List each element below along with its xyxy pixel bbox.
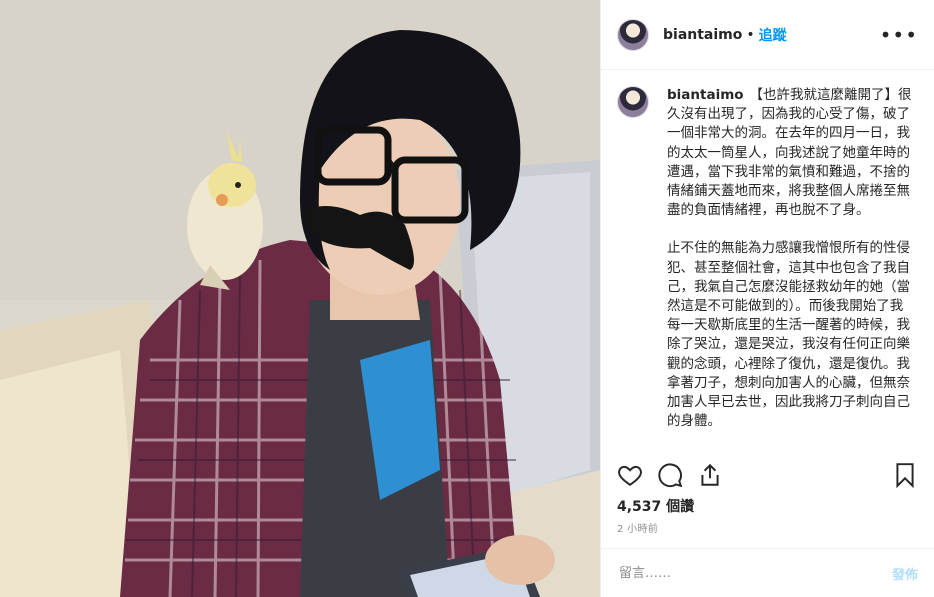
- photo-illustration: [0, 0, 600, 597]
- follow-button[interactable]: 追蹤: [759, 25, 787, 45]
- caption-text: biantaimo 【也許我就這麼離開了】很久沒有出現了，因為我的心受了傷，破了一…: [667, 86, 914, 446]
- caption-paragraph-1: biantaimo 【也許我就這麼離開了】很久沒有出現了，因為我的心受了傷，破了一…: [667, 86, 914, 220]
- post-side-panel: biantaimo • 追蹤 ••• biantaimo 【也許我就這麼離開了】很…: [600, 0, 934, 597]
- post-photo[interactable]: [0, 0, 600, 597]
- caption-paragraph-2: 止不住的無能為力感讓我憎恨所有的性侵犯、甚至整個社會，這其中也包含了我自己，我氣…: [667, 240, 910, 430]
- post-comment-button[interactable]: 發佈: [892, 564, 918, 583]
- caption-username-link[interactable]: biantaimo: [667, 87, 744, 103]
- caption-section: biantaimo 【也許我就這麼離開了】很久沒有出現了，因為我的心受了傷，破了一…: [617, 86, 918, 446]
- comment-icon[interactable]: [657, 462, 683, 488]
- caption-avatar[interactable]: [617, 86, 649, 118]
- username-link[interactable]: biantaimo: [663, 27, 742, 43]
- share-icon[interactable]: [697, 462, 723, 488]
- comment-input[interactable]: [617, 564, 892, 582]
- caption-paragraph-1-text: 【也許我就這麼離開了】很久沒有出現了，因為我的心受了傷，破了一個非常大的洞。在去…: [667, 87, 912, 219]
- separator-dot: •: [746, 26, 755, 43]
- post-header: biantaimo • 追蹤 •••: [601, 0, 934, 70]
- comment-bar: 發佈: [601, 548, 934, 597]
- bookmark-icon[interactable]: [892, 462, 918, 488]
- avatar[interactable]: [617, 18, 649, 51]
- action-bar: [617, 458, 918, 492]
- heart-icon[interactable]: [617, 462, 643, 488]
- like-count[interactable]: 4,537 個讚: [617, 496, 694, 516]
- post-timestamp[interactable]: 2 小時前: [617, 520, 658, 535]
- more-options-icon[interactable]: •••: [880, 23, 918, 47]
